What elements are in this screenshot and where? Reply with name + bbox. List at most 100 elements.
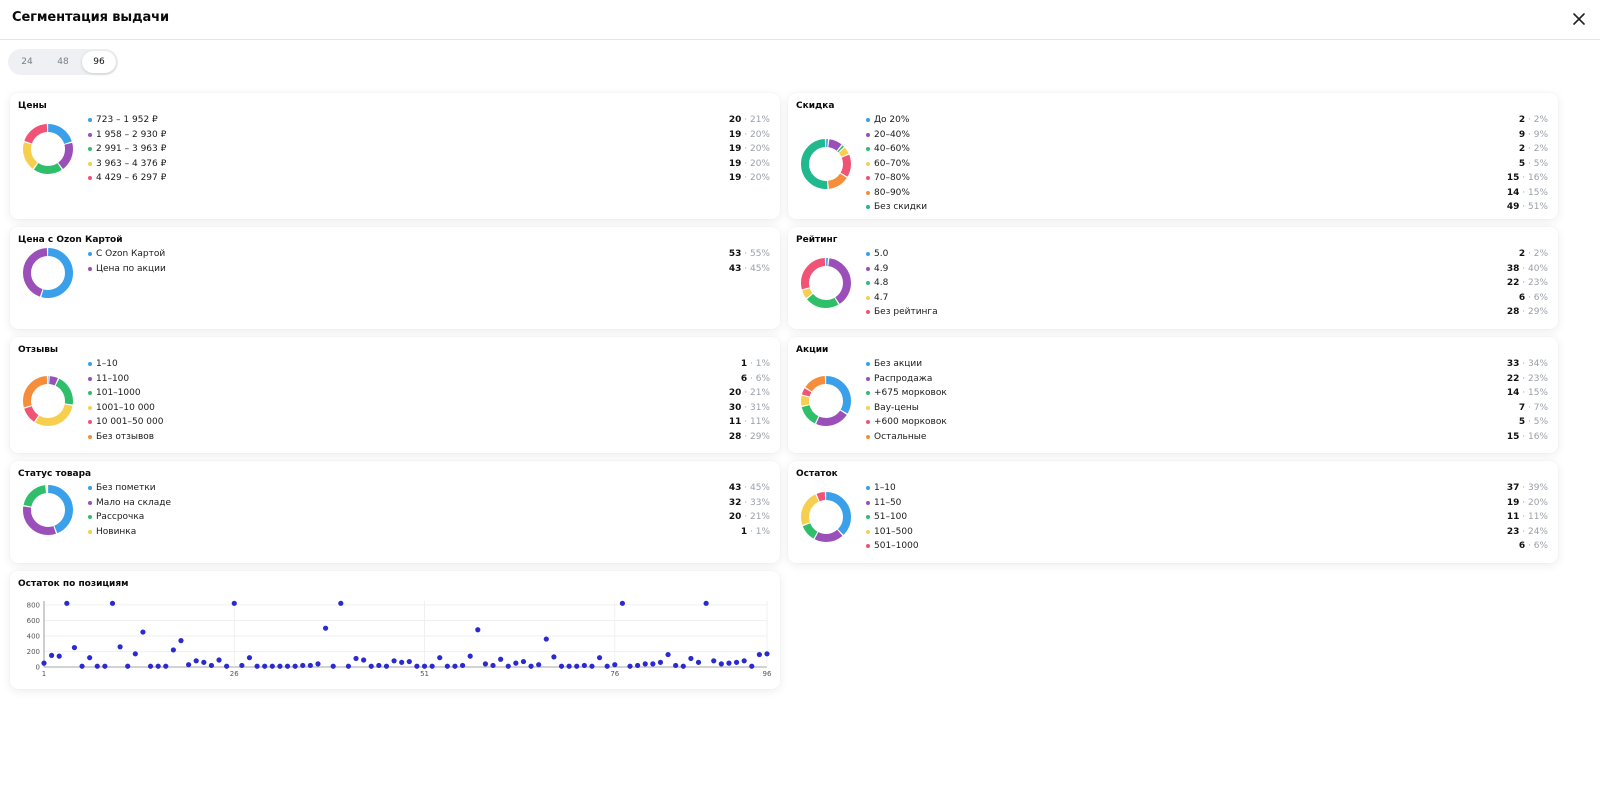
scatter-point[interactable] <box>71 644 78 651</box>
scatter-point[interactable] <box>498 656 504 662</box>
scatter-point[interactable] <box>627 663 633 669</box>
scatter-point[interactable] <box>452 663 458 669</box>
scatter-point[interactable] <box>657 659 664 665</box>
scatter-point[interactable] <box>246 655 253 661</box>
scatter-point[interactable] <box>353 655 359 662</box>
scatter-point[interactable] <box>224 663 230 669</box>
scatter-point[interactable] <box>513 660 519 666</box>
scatter-point[interactable] <box>262 663 268 669</box>
scatter-point[interactable] <box>338 600 344 606</box>
scatter-point[interactable] <box>589 663 595 669</box>
scatter-point[interactable] <box>482 661 489 667</box>
scatter-point[interactable] <box>330 663 336 669</box>
scatter-point[interactable] <box>322 625 329 631</box>
scatter-point[interactable] <box>612 662 618 668</box>
scatter-point[interactable] <box>475 627 481 633</box>
scatter-point[interactable] <box>619 600 626 606</box>
scatter-point[interactable] <box>208 662 215 669</box>
scatter-point[interactable] <box>726 660 732 666</box>
scatter-point[interactable] <box>650 661 656 667</box>
scatter-point[interactable] <box>132 651 138 657</box>
scatter-point[interactable] <box>361 657 367 663</box>
scatter-point[interactable] <box>109 600 116 606</box>
scatter-point[interactable] <box>711 658 717 664</box>
scatter-point[interactable] <box>558 663 565 669</box>
scatter-point[interactable] <box>79 663 85 669</box>
scatter-point[interactable] <box>528 663 534 669</box>
scatter-point[interactable] <box>87 655 93 661</box>
scatter-point[interactable] <box>749 663 755 669</box>
scatter-point[interactable] <box>764 651 770 657</box>
scatter-point[interactable] <box>414 663 420 669</box>
scatter-point[interactable] <box>307 662 313 669</box>
seg-option-24[interactable]: 24 <box>10 51 44 73</box>
scatter-point[interactable] <box>155 663 161 669</box>
scatter-point[interactable] <box>596 655 603 661</box>
scatter-point[interactable] <box>239 662 245 669</box>
scatter-point[interactable] <box>505 663 511 669</box>
scatter-point[interactable] <box>125 663 131 669</box>
scatter-point[interactable] <box>49 652 55 658</box>
scatter-point[interactable] <box>269 663 275 669</box>
scatter-point[interactable] <box>490 662 496 669</box>
scatter-point[interactable] <box>368 663 374 669</box>
scatter-point[interactable] <box>520 658 527 665</box>
scatter-point[interactable] <box>543 636 549 642</box>
scatter-point[interactable] <box>345 663 352 669</box>
scatter-point[interactable] <box>695 659 702 665</box>
scatter-point[interactable] <box>254 663 260 669</box>
scatter-point[interactable] <box>201 659 207 665</box>
scatter-point[interactable] <box>117 644 123 650</box>
scatter-point[interactable] <box>41 660 47 666</box>
scatter-point[interactable] <box>315 661 321 667</box>
scatter-point[interactable] <box>574 663 580 669</box>
scatter-point[interactable] <box>718 661 724 667</box>
scatter-point[interactable] <box>581 662 587 669</box>
scatter-point[interactable] <box>566 663 572 669</box>
scatter-point[interactable] <box>604 663 610 669</box>
scatter-point[interactable] <box>170 647 176 653</box>
seg-option-48[interactable]: 48 <box>46 51 80 73</box>
scatter-point[interactable] <box>399 659 405 665</box>
scatter-point[interactable] <box>536 662 542 668</box>
scatter-point[interactable] <box>284 663 291 669</box>
scatter-point[interactable] <box>635 662 641 669</box>
seg-option-96[interactable]: 96 <box>82 51 116 73</box>
scatter-point[interactable] <box>376 662 382 669</box>
scatter-point[interactable] <box>216 657 222 663</box>
scatter-point[interactable] <box>680 663 686 669</box>
scatter-point[interactable] <box>429 663 435 669</box>
scatter-point[interactable] <box>102 663 108 669</box>
scatter-point[interactable] <box>94 663 100 669</box>
scatter-point[interactable] <box>741 658 747 664</box>
scatter-point[interactable] <box>688 655 694 662</box>
scatter-point[interactable] <box>444 663 450 669</box>
scatter-point[interactable] <box>277 663 283 669</box>
scatter-point[interactable] <box>178 638 184 644</box>
scatter-point[interactable] <box>300 662 306 669</box>
scatter-point[interactable] <box>231 600 237 606</box>
close-button[interactable] <box>1568 8 1590 30</box>
scatter-point[interactable] <box>193 658 199 664</box>
scatter-point[interactable] <box>467 653 473 659</box>
scatter-point[interactable] <box>756 651 762 658</box>
scatter-point[interactable] <box>406 658 412 665</box>
scatter-point[interactable] <box>703 600 709 606</box>
scatter-point[interactable] <box>421 663 428 669</box>
scatter-point[interactable] <box>673 662 679 669</box>
scatter-point[interactable] <box>551 654 557 660</box>
scatter-point[interactable] <box>437 655 443 661</box>
scatter-point[interactable] <box>383 663 390 669</box>
scatter-point[interactable] <box>292 663 298 669</box>
scatter-point[interactable] <box>459 662 466 669</box>
scatter-point[interactable] <box>163 663 169 669</box>
scatter-point[interactable] <box>186 662 192 668</box>
scatter-point[interactable] <box>665 651 671 658</box>
scatter-point[interactable] <box>391 658 397 664</box>
scatter-point[interactable] <box>140 629 146 635</box>
scatter-point[interactable] <box>147 663 154 669</box>
scatter-point[interactable] <box>64 600 70 606</box>
scatter-point[interactable] <box>56 653 62 659</box>
scatter-point[interactable] <box>642 661 648 667</box>
scatter-point[interactable] <box>733 659 740 665</box>
